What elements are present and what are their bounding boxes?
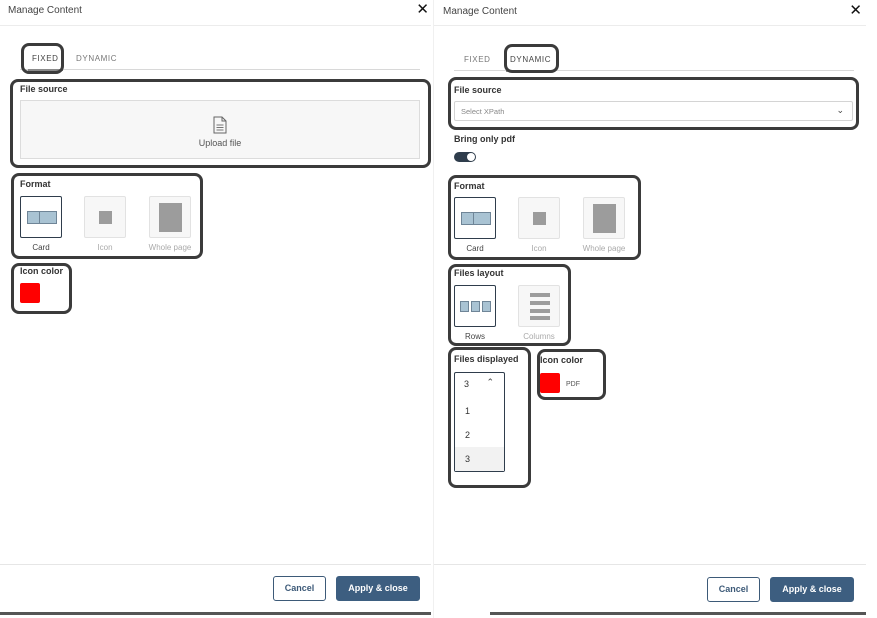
tab-dynamic[interactable]: DYNAMIC xyxy=(502,49,559,72)
chevron-up-icon: ⌃ xyxy=(486,377,494,387)
document-icon xyxy=(213,116,227,134)
tab-bar: FIXED DYNAMIC xyxy=(454,45,854,72)
tab-fixed[interactable]: FIXED xyxy=(456,49,499,69)
files-layout-option-columns-label: Columns xyxy=(523,332,555,341)
icon-layout-icon xyxy=(533,212,546,225)
icon-color-swatch[interactable] xyxy=(540,373,560,393)
bring-only-pdf-label: Bring only pdf xyxy=(454,134,515,144)
icon-color-label: Icon color xyxy=(540,355,584,365)
rows-layout-icon xyxy=(460,301,491,312)
files-layout-option-rows-label: Rows xyxy=(464,332,485,341)
files-displayed-option-3[interactable]: 3 xyxy=(455,447,504,471)
files-displayed-dropdown[interactable]: 3 ⌃ 1 2 3 xyxy=(454,372,505,472)
files-displayed-option-3-label: 3 xyxy=(465,454,471,464)
format-option-whole-page-label: Whole page xyxy=(582,244,626,253)
apply-close-button[interactable]: Apply & close xyxy=(336,576,420,601)
format-option-card-label: Card xyxy=(466,244,484,253)
card-layout-icon xyxy=(27,211,57,224)
format-option-icon-label: Icon xyxy=(97,243,113,252)
tab-dynamic[interactable]: DYNAMIC xyxy=(68,48,125,68)
columns-layout-icon xyxy=(530,293,550,320)
files-displayed-option-1-label: 1 xyxy=(465,406,471,416)
format-option-card[interactable]: Card xyxy=(20,196,62,252)
tab-bar: FIXED DYNAMIC xyxy=(20,44,420,71)
chevron-down-icon: ⌄ xyxy=(836,105,844,115)
files-layout-option-rows[interactable]: Rows xyxy=(454,285,496,341)
xpath-select[interactable]: Select XPath ⌄ xyxy=(454,101,853,121)
format-label: Format xyxy=(20,179,51,189)
format-option-whole-page[interactable]: Whole page xyxy=(583,197,625,253)
format-option-whole-page-label: Whole page xyxy=(148,243,192,252)
scrollbar[interactable] xyxy=(0,612,431,615)
upload-file-dropzone[interactable]: Upload file xyxy=(20,100,420,159)
cancel-button[interactable]: Cancel xyxy=(273,576,326,601)
manage-content-dialog-dynamic: Manage Content ✕ FIXED DYNAMIC File sour… xyxy=(433,0,866,618)
tab-fixed[interactable]: FIXED xyxy=(24,48,67,71)
files-displayed-current-value: 3 xyxy=(464,379,470,389)
dialog-titlebar: Manage Content ✕ xyxy=(0,0,431,26)
cancel-button[interactable]: Cancel xyxy=(707,577,760,602)
upload-file-label: Upload file xyxy=(198,138,242,148)
manage-content-dialog-fixed: Manage Content ✕ FIXED DYNAMIC File sour… xyxy=(0,0,431,618)
format-option-card[interactable]: Card xyxy=(454,197,496,253)
scrollbar[interactable] xyxy=(490,612,866,615)
files-layout-label: Files layout xyxy=(454,268,504,278)
dialog-titlebar: Manage Content ✕ xyxy=(434,0,866,26)
format-option-icon[interactable]: Icon xyxy=(518,197,560,253)
whole-page-layout-icon xyxy=(159,203,182,232)
dialog-footer-divider xyxy=(0,564,431,565)
dialog-title: Manage Content xyxy=(8,5,82,16)
format-option-icon-label: Icon xyxy=(531,244,547,253)
format-option-card-label: Card xyxy=(32,243,50,252)
bring-only-pdf-toggle[interactable] xyxy=(454,152,476,162)
files-displayed-label: Files displayed xyxy=(454,354,519,364)
xpath-select-placeholder: Select XPath xyxy=(461,107,505,116)
close-icon[interactable]: ✕ xyxy=(416,1,429,19)
format-label: Format xyxy=(454,181,485,191)
format-option-icon[interactable]: Icon xyxy=(84,196,126,252)
icon-color-caption: PDF xyxy=(566,381,580,388)
icon-color-swatch[interactable] xyxy=(20,283,40,303)
files-displayed-option-1[interactable]: 1 xyxy=(455,399,504,423)
file-source-label: File source xyxy=(20,84,68,94)
card-layout-icon xyxy=(461,212,491,225)
close-icon[interactable]: ✕ xyxy=(849,2,862,20)
files-displayed-current[interactable]: 3 ⌃ xyxy=(455,373,504,395)
files-displayed-option-2-label: 2 xyxy=(465,430,471,440)
file-source-label: File source xyxy=(454,85,502,95)
icon-color-label: Icon color xyxy=(20,266,64,276)
files-layout-option-columns[interactable]: Columns xyxy=(518,285,560,341)
format-option-whole-page[interactable]: Whole page xyxy=(149,196,191,252)
dialog-title: Manage Content xyxy=(443,6,517,17)
icon-layout-icon xyxy=(99,211,112,224)
whole-page-layout-icon xyxy=(593,204,616,233)
dialog-footer-divider xyxy=(434,564,866,565)
apply-close-button[interactable]: Apply & close xyxy=(770,577,854,602)
files-displayed-option-2[interactable]: 2 xyxy=(455,423,504,447)
